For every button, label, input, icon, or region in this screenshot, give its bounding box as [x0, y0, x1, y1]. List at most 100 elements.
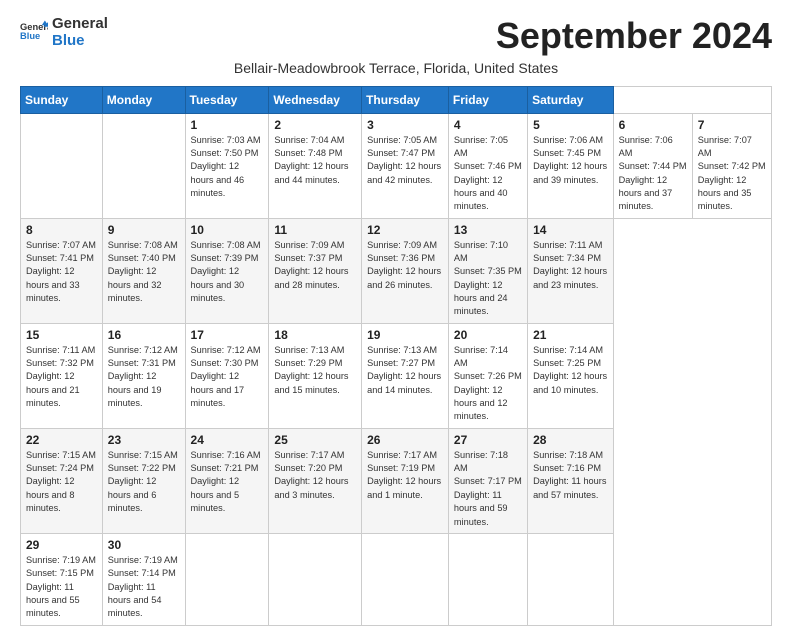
calendar-week-row: 22 Sunrise: 7:15 AMSunset: 7:24 PMDaylig…: [21, 428, 772, 533]
day-cell: 4 Sunrise: 7:05 AMSunset: 7:46 PMDayligh…: [448, 113, 527, 218]
day-number: 14: [533, 223, 608, 237]
month-title: September 2024: [496, 16, 772, 56]
calendar-week-row: 15 Sunrise: 7:11 AMSunset: 7:32 PMDaylig…: [21, 323, 772, 428]
logo-blue-text: Blue: [52, 33, 108, 50]
day-number: 7: [698, 118, 766, 132]
day-number: 13: [454, 223, 522, 237]
day-number: 16: [108, 328, 180, 342]
day-cell: 2 Sunrise: 7:04 AMSunset: 7:48 PMDayligh…: [269, 113, 362, 218]
day-cell: [528, 533, 614, 625]
day-number: 6: [619, 118, 687, 132]
empty-day-cell: [102, 113, 185, 218]
day-cell: 26 Sunrise: 7:17 AMSunset: 7:19 PMDaylig…: [362, 428, 449, 533]
day-info: Sunrise: 7:09 AMSunset: 7:37 PMDaylight:…: [274, 239, 356, 292]
weekday-header: Wednesday: [269, 86, 362, 113]
day-cell: 1 Sunrise: 7:03 AMSunset: 7:50 PMDayligh…: [185, 113, 269, 218]
day-number: 21: [533, 328, 608, 342]
day-cell: 5 Sunrise: 7:06 AMSunset: 7:45 PMDayligh…: [528, 113, 614, 218]
day-number: 22: [26, 433, 97, 447]
day-info: Sunrise: 7:18 AMSunset: 7:16 PMDaylight:…: [533, 449, 608, 502]
svg-text:Blue: Blue: [20, 31, 40, 41]
day-info: Sunrise: 7:12 AMSunset: 7:30 PMDaylight:…: [191, 344, 264, 411]
day-cell: 20 Sunrise: 7:14 AMSunset: 7:26 PMDaylig…: [448, 323, 527, 428]
day-cell: 6 Sunrise: 7:06 AMSunset: 7:44 PMDayligh…: [613, 113, 692, 218]
day-info: Sunrise: 7:19 AMSunset: 7:15 PMDaylight:…: [26, 554, 97, 621]
day-info: Sunrise: 7:08 AMSunset: 7:40 PMDaylight:…: [108, 239, 180, 306]
day-info: Sunrise: 7:08 AMSunset: 7:39 PMDaylight:…: [191, 239, 264, 306]
day-info: Sunrise: 7:15 AMSunset: 7:22 PMDaylight:…: [108, 449, 180, 516]
day-info: Sunrise: 7:17 AMSunset: 7:19 PMDaylight:…: [367, 449, 443, 502]
calendar-week-row: 8 Sunrise: 7:07 AMSunset: 7:41 PMDayligh…: [21, 218, 772, 323]
day-cell: 13 Sunrise: 7:10 AMSunset: 7:35 PMDaylig…: [448, 218, 527, 323]
day-cell: 23 Sunrise: 7:15 AMSunset: 7:22 PMDaylig…: [102, 428, 185, 533]
day-info: Sunrise: 7:17 AMSunset: 7:20 PMDaylight:…: [274, 449, 356, 502]
day-info: Sunrise: 7:16 AMSunset: 7:21 PMDaylight:…: [191, 449, 264, 516]
day-number: 9: [108, 223, 180, 237]
day-info: Sunrise: 7:11 AMSunset: 7:32 PMDaylight:…: [26, 344, 97, 411]
day-number: 4: [454, 118, 522, 132]
day-number: 19: [367, 328, 443, 342]
subtitle: Bellair-Meadowbrook Terrace, Florida, Un…: [20, 60, 772, 76]
day-cell: 22 Sunrise: 7:15 AMSunset: 7:24 PMDaylig…: [21, 428, 103, 533]
day-number: 8: [26, 223, 97, 237]
logo-general-text: General: [52, 16, 108, 33]
day-cell: 16 Sunrise: 7:12 AMSunset: 7:31 PMDaylig…: [102, 323, 185, 428]
day-info: Sunrise: 7:15 AMSunset: 7:24 PMDaylight:…: [26, 449, 97, 516]
day-cell: 19 Sunrise: 7:13 AMSunset: 7:27 PMDaylig…: [362, 323, 449, 428]
day-cell: 28 Sunrise: 7:18 AMSunset: 7:16 PMDaylig…: [528, 428, 614, 533]
day-number: 5: [533, 118, 608, 132]
day-info: Sunrise: 7:03 AMSunset: 7:50 PMDaylight:…: [191, 134, 264, 201]
day-number: 28: [533, 433, 608, 447]
day-info: Sunrise: 7:13 AMSunset: 7:27 PMDaylight:…: [367, 344, 443, 397]
day-number: 10: [191, 223, 264, 237]
day-cell: 7 Sunrise: 7:07 AMSunset: 7:42 PMDayligh…: [692, 113, 771, 218]
day-info: Sunrise: 7:12 AMSunset: 7:31 PMDaylight:…: [108, 344, 180, 411]
day-info: Sunrise: 7:11 AMSunset: 7:34 PMDaylight:…: [533, 239, 608, 292]
day-cell: 27 Sunrise: 7:18 AMSunset: 7:17 PMDaylig…: [448, 428, 527, 533]
weekday-header: Friday: [448, 86, 527, 113]
day-info: Sunrise: 7:14 AMSunset: 7:25 PMDaylight:…: [533, 344, 608, 397]
calendar-week-row: 1 Sunrise: 7:03 AMSunset: 7:50 PMDayligh…: [21, 113, 772, 218]
logo-icon: General Blue: [20, 19, 48, 47]
header: General Blue General Blue September 2024: [20, 16, 772, 56]
day-number: 24: [191, 433, 264, 447]
day-info: Sunrise: 7:06 AMSunset: 7:45 PMDaylight:…: [533, 134, 608, 187]
day-cell: [448, 533, 527, 625]
day-cell: 18 Sunrise: 7:13 AMSunset: 7:29 PMDaylig…: [269, 323, 362, 428]
day-number: 11: [274, 223, 356, 237]
day-info: Sunrise: 7:19 AMSunset: 7:14 PMDaylight:…: [108, 554, 180, 621]
day-number: 17: [191, 328, 264, 342]
day-number: 30: [108, 538, 180, 552]
day-cell: [362, 533, 449, 625]
day-number: 23: [108, 433, 180, 447]
calendar-table: SundayMondayTuesdayWednesdayThursdayFrid…: [20, 86, 772, 626]
calendar-header-row: SundayMondayTuesdayWednesdayThursdayFrid…: [21, 86, 772, 113]
day-cell: 11 Sunrise: 7:09 AMSunset: 7:37 PMDaylig…: [269, 218, 362, 323]
day-number: 2: [274, 118, 356, 132]
day-number: 25: [274, 433, 356, 447]
day-info: Sunrise: 7:07 AMSunset: 7:42 PMDaylight:…: [698, 134, 766, 214]
day-cell: 21 Sunrise: 7:14 AMSunset: 7:25 PMDaylig…: [528, 323, 614, 428]
day-number: 12: [367, 223, 443, 237]
day-number: 15: [26, 328, 97, 342]
calendar-week-row: 29 Sunrise: 7:19 AMSunset: 7:15 PMDaylig…: [21, 533, 772, 625]
empty-day-cell: [21, 113, 103, 218]
day-cell: 25 Sunrise: 7:17 AMSunset: 7:20 PMDaylig…: [269, 428, 362, 533]
day-info: Sunrise: 7:13 AMSunset: 7:29 PMDaylight:…: [274, 344, 356, 397]
day-cell: 3 Sunrise: 7:05 AMSunset: 7:47 PMDayligh…: [362, 113, 449, 218]
day-info: Sunrise: 7:07 AMSunset: 7:41 PMDaylight:…: [26, 239, 97, 306]
day-number: 18: [274, 328, 356, 342]
weekday-header: Monday: [102, 86, 185, 113]
weekday-header: Sunday: [21, 86, 103, 113]
day-info: Sunrise: 7:14 AMSunset: 7:26 PMDaylight:…: [454, 344, 522, 424]
day-cell: [269, 533, 362, 625]
day-info: Sunrise: 7:05 AMSunset: 7:47 PMDaylight:…: [367, 134, 443, 187]
day-cell: 29 Sunrise: 7:19 AMSunset: 7:15 PMDaylig…: [21, 533, 103, 625]
day-info: Sunrise: 7:09 AMSunset: 7:36 PMDaylight:…: [367, 239, 443, 292]
day-cell: 10 Sunrise: 7:08 AMSunset: 7:39 PMDaylig…: [185, 218, 269, 323]
day-cell: 17 Sunrise: 7:12 AMSunset: 7:30 PMDaylig…: [185, 323, 269, 428]
day-cell: 14 Sunrise: 7:11 AMSunset: 7:34 PMDaylig…: [528, 218, 614, 323]
day-cell: 30 Sunrise: 7:19 AMSunset: 7:14 PMDaylig…: [102, 533, 185, 625]
day-cell: 15 Sunrise: 7:11 AMSunset: 7:32 PMDaylig…: [21, 323, 103, 428]
title-block: September 2024: [496, 16, 772, 56]
